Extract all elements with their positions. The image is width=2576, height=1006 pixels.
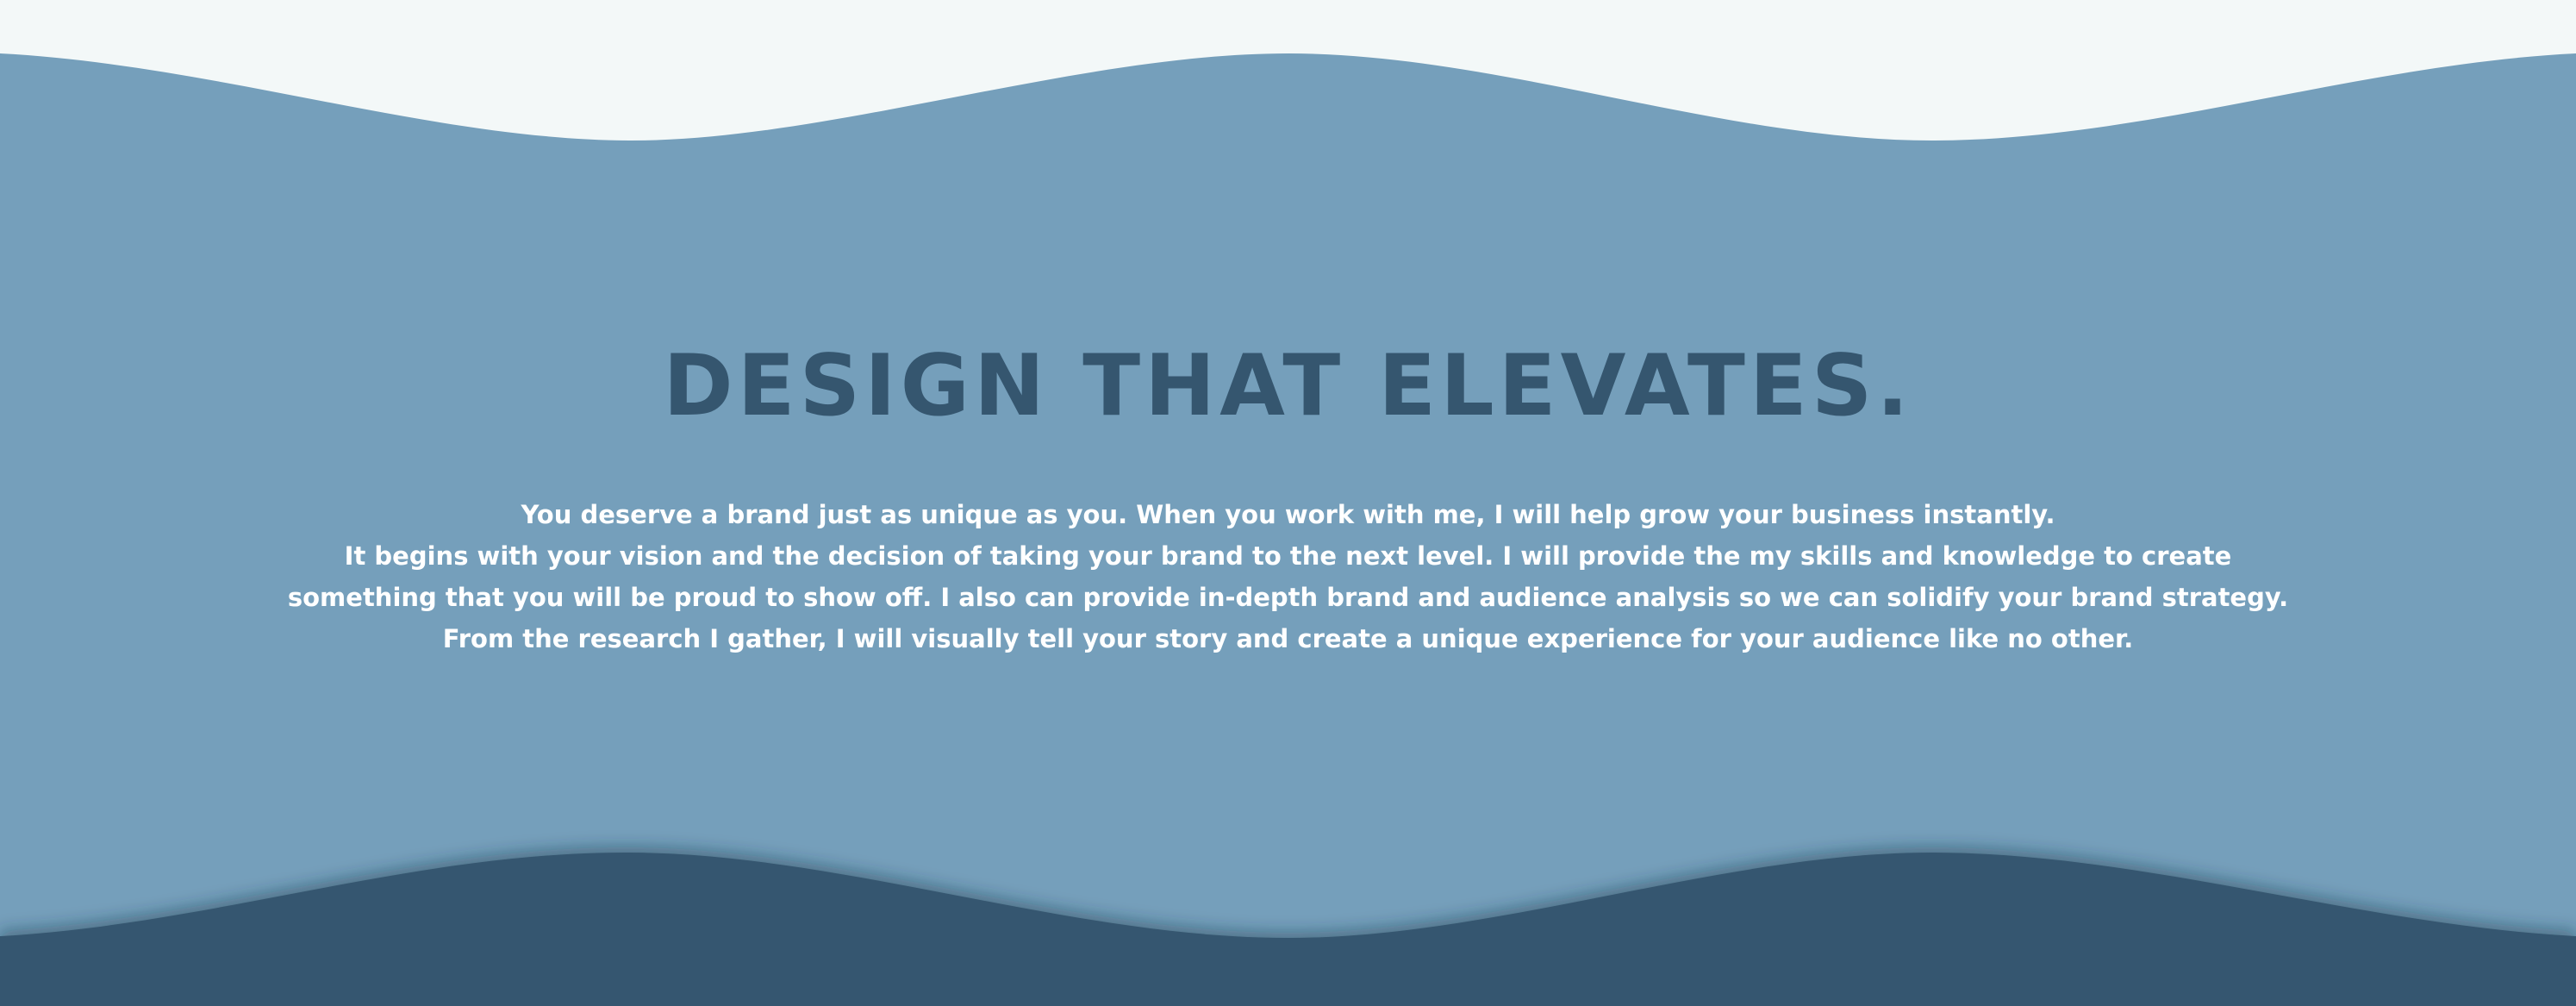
hero-description-line: You deserve a brand just as unique as yo… bbox=[521, 500, 2055, 529]
hero-description-line: something that you will be proud to show… bbox=[287, 583, 2289, 612]
hero-description: You deserve a brand just as unique as yo… bbox=[0, 494, 2576, 659]
hero-headline: DESIGN THAT ELEVATES. bbox=[663, 337, 1913, 435]
hero-description-line: It begins with your vision and the decis… bbox=[344, 541, 2232, 571]
hero-description-line: From the research I gather, I will visua… bbox=[442, 624, 2134, 653]
hero-section: DESIGN THAT ELEVATES. You deserve a bran… bbox=[0, 0, 2576, 1006]
